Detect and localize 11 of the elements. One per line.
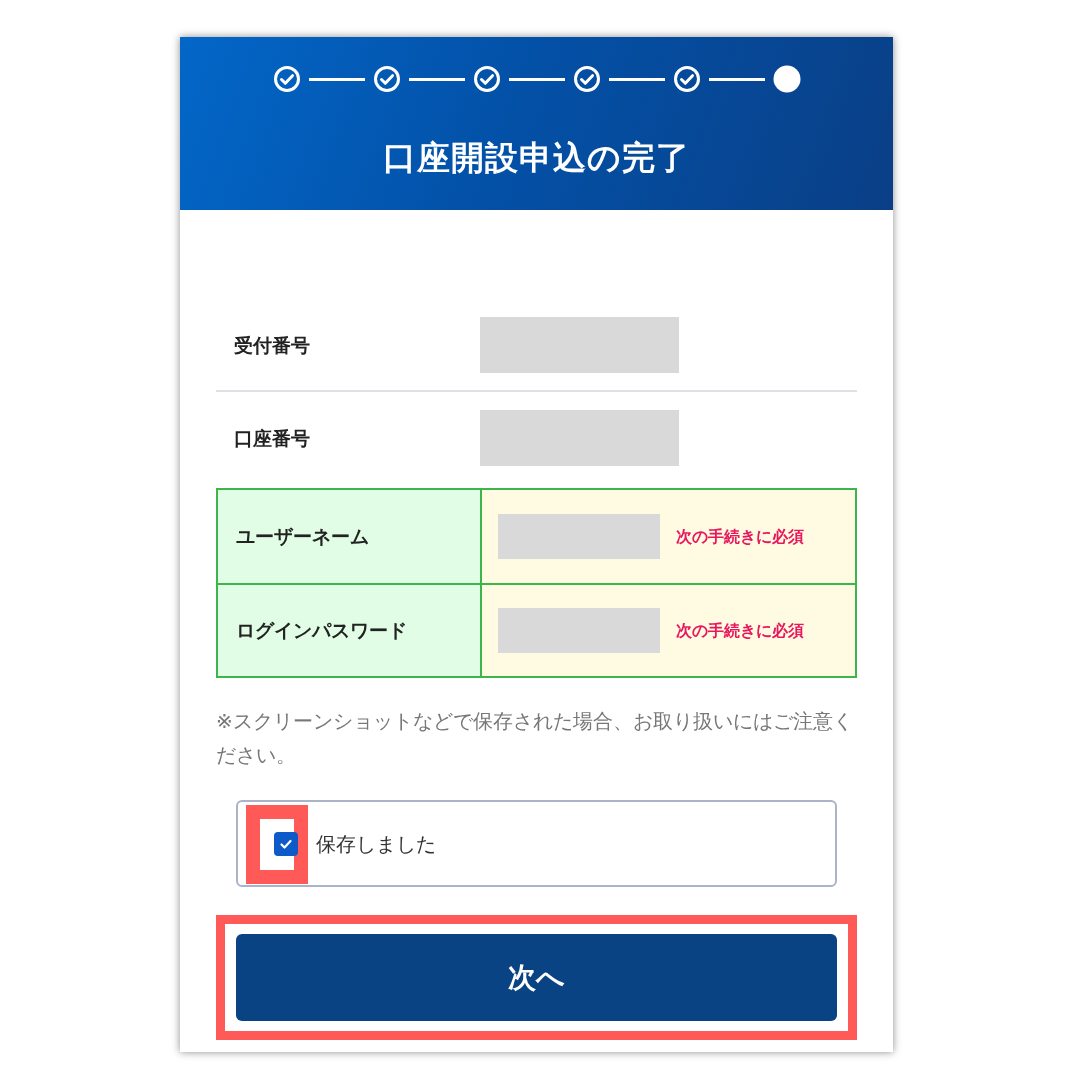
page-title: 口座開設申込の完了 (382, 137, 691, 179)
field-label: ログインパスワード (218, 585, 482, 676)
notice-text: ※スクリーンショットなどで保存された場合、お取り扱いにはご注意ください。 (216, 708, 854, 769)
checkbox-label: 保存しました (316, 830, 436, 858)
required-note: 次の手続きに必須 (676, 619, 804, 642)
next-button[interactable]: 次へ (236, 934, 837, 1021)
checkbox[interactable] (274, 831, 298, 856)
required-note: 次の手続きに必須 (676, 525, 804, 548)
field-label: 受付番号 (233, 332, 311, 358)
field-label: ユーザーネーム (218, 490, 482, 583)
field-label: 口座番号 (233, 425, 311, 451)
